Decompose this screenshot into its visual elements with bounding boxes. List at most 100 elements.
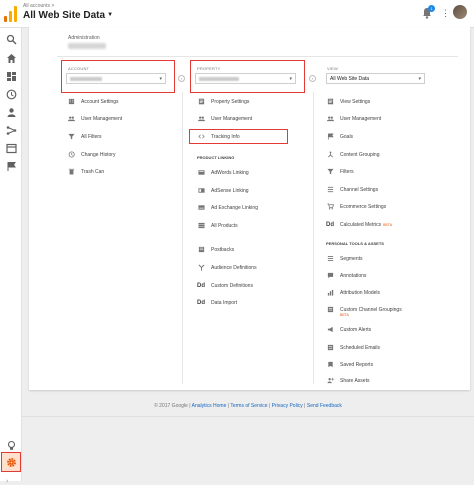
item-label: Ad Exchange Linking (211, 204, 258, 211)
item-label: User Management (211, 115, 253, 122)
saved-reports-link[interactable]: Saved Reports (326, 360, 373, 369)
data-import-link[interactable]: Dd Data Import (197, 298, 237, 307)
postbacks-link[interactable]: Postbacks (197, 245, 234, 254)
beta-badge: BETA (383, 222, 393, 227)
item-label: Data Import (211, 299, 238, 306)
item-label: Calculated Metrics (340, 221, 382, 228)
dropdown-arrow-icon: ▾ (418, 76, 421, 82)
item-label: AdWords Linking (211, 169, 249, 176)
terms-of-service-link[interactable]: Terms of Service (230, 403, 267, 409)
custom-channel-groupings-link[interactable]: Custom Channel Groupings BETA (326, 305, 402, 317)
avatar[interactable] (453, 5, 467, 19)
attribution-models-link[interactable]: Attribution Models (326, 288, 380, 297)
megaphone-icon (326, 326, 334, 334)
property-user-management-link[interactable]: User Management (197, 114, 252, 123)
channel-icon (326, 186, 334, 194)
acquisition-icon[interactable] (6, 123, 17, 135)
column-divider (313, 92, 314, 384)
audience-person-icon[interactable] (6, 105, 17, 117)
view-settings-link[interactable]: View Settings (326, 97, 370, 106)
segments-link[interactable]: Segments (326, 254, 363, 263)
product-linking-header: PRODUCT LINKING (197, 155, 235, 160)
item-label: View Settings (340, 98, 371, 105)
dd-icon: Dd (197, 282, 205, 289)
ad-exchange-linking-link[interactable]: Ad Exchange Linking (197, 203, 258, 212)
view-column-header: VIEW (327, 66, 339, 71)
adsense-icon (197, 187, 205, 195)
trash-can-link[interactable]: Trash Can (67, 167, 104, 176)
footer: © 2017 Google | Analytics Home | Terms o… (154, 403, 342, 409)
postbacks-icon (197, 246, 205, 254)
item-label: Custom Definitions (211, 282, 253, 289)
personal-tools-header: PERSONAL TOOLS & ASSETS (326, 241, 384, 246)
search-icon[interactable] (6, 32, 17, 45)
dd-icon: Dd (326, 221, 334, 228)
account-user-management-link[interactable]: User Management (67, 114, 122, 123)
property-settings-link[interactable]: Property Settings (197, 97, 249, 106)
scheduled-emails-link[interactable]: Scheduled Emails (326, 343, 380, 352)
account-settings-link[interactable]: Account Settings (67, 97, 119, 106)
content-grouping-link[interactable]: Content Grouping (326, 150, 379, 159)
audience-icon (197, 264, 205, 272)
flag-icon (326, 133, 334, 141)
item-label: All Filters (81, 133, 102, 140)
item-label: Content Grouping (340, 151, 380, 158)
item-label: Goals (340, 133, 354, 140)
send-feedback-link[interactable]: Send Feedback (307, 403, 342, 409)
ecommerce-settings-link[interactable]: Ecommerce Settings (326, 202, 386, 211)
item-label: Scheduled Emails (340, 344, 381, 351)
change-history-link[interactable]: Change History (67, 150, 115, 159)
admin-gear-icon[interactable] (1, 452, 21, 472)
adwords-linking-link[interactable]: AdWords Linking (197, 168, 249, 177)
analytics-logo-icon[interactable] (4, 4, 18, 22)
calculated-metrics-link[interactable]: Dd Calculated Metrics BETA (326, 220, 392, 229)
saved-reports-icon (326, 361, 334, 369)
breadcrumb[interactable]: All accounts > (23, 3, 54, 9)
behavior-icon[interactable] (6, 141, 17, 154)
item-label: Audience Definitions (211, 264, 257, 271)
all-products-link[interactable]: All Products (197, 221, 238, 230)
lightbulb-icon[interactable] (6, 438, 17, 450)
audience-definitions-link[interactable]: Audience Definitions (197, 263, 257, 272)
page-title: All Web Site Data (23, 10, 106, 21)
all-filters-link[interactable]: All Filters (67, 132, 102, 141)
copyright-text: © 2017 Google (154, 403, 188, 409)
admin-label: Administration (68, 35, 100, 41)
item-label: User Management (81, 115, 123, 122)
annotations-link[interactable]: Annotations (326, 271, 366, 280)
adexchange-icon (197, 204, 205, 212)
item-label: Share Assets (340, 377, 370, 384)
view-select-value: All Web Site Data (330, 76, 370, 82)
analytics-home-link[interactable]: Analytics Home (192, 403, 227, 409)
view-selector[interactable]: All Web Site Data ▼ (23, 10, 113, 21)
home-icon[interactable] (6, 51, 17, 63)
adsense-linking-link[interactable]: AdSense Linking (197, 186, 249, 195)
customization-icon[interactable] (6, 69, 17, 81)
item-label: Channel Settings (340, 186, 379, 193)
more-vert-icon[interactable]: ⋮ (441, 8, 450, 19)
goals-link[interactable]: Goals (326, 132, 353, 141)
trash-icon (67, 168, 75, 176)
view-select[interactable]: All Web Site Data ▾ (326, 73, 425, 84)
expand-nav-icon[interactable]: › (6, 478, 8, 485)
item-label: Custom Alerts (340, 326, 372, 333)
privacy-policy-link[interactable]: Privacy Policy (272, 403, 303, 409)
view-filters-link[interactable]: Filters (326, 167, 354, 176)
annotations-icon (326, 272, 334, 280)
custom-alerts-link[interactable]: Custom Alerts (326, 325, 371, 334)
item-label: Trash Can (81, 168, 105, 175)
view-user-management-link[interactable]: User Management (326, 114, 381, 123)
email-icon (326, 344, 334, 352)
share-assets-link[interactable]: Share Assets (326, 376, 369, 385)
custom-definitions-link[interactable]: Dd Custom Definitions (197, 281, 253, 290)
item-label: Attribution Models (340, 289, 381, 296)
grouping-icon (326, 151, 334, 159)
notification-badge: 1 (428, 5, 435, 12)
conversions-flag-icon[interactable] (6, 159, 17, 171)
users-icon (326, 115, 334, 123)
channel-settings-link[interactable]: Channel Settings (326, 185, 378, 194)
realtime-clock-icon[interactable] (6, 87, 17, 100)
item-label: User Management (340, 115, 382, 122)
item-label: All Products (211, 222, 238, 229)
adwords-icon (197, 169, 205, 177)
